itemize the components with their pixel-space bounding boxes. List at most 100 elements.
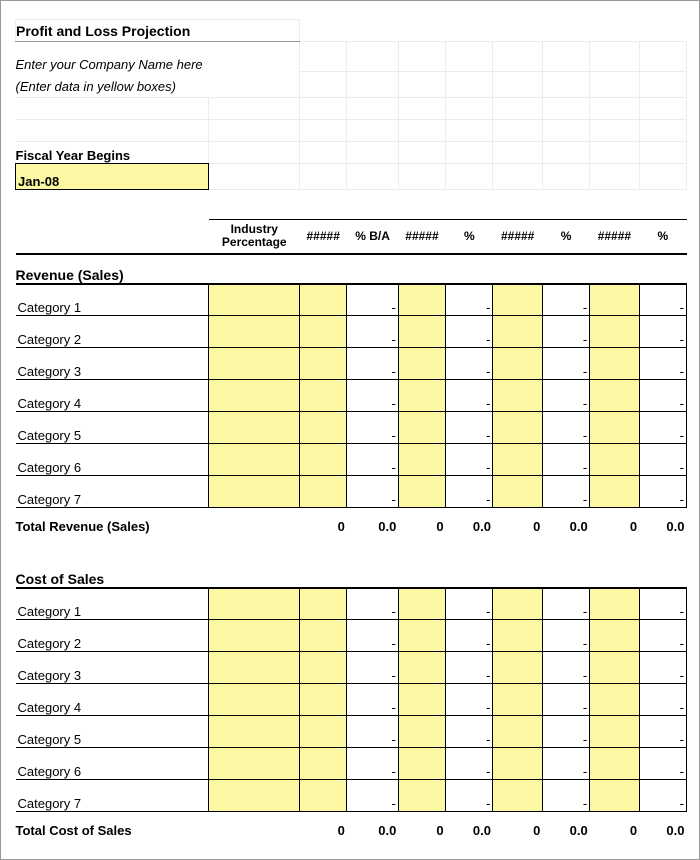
input-cell[interactable] (590, 748, 639, 780)
input-cell[interactable] (398, 684, 445, 716)
calc-cell: - (446, 476, 493, 508)
input-cell[interactable] (398, 620, 445, 652)
calc-cell: - (542, 284, 589, 316)
calc-cell: - (446, 444, 493, 476)
calc-cell: - (542, 348, 589, 380)
category-label: Category 4 (16, 380, 209, 412)
input-cell[interactable] (590, 412, 639, 444)
total-cell: 0 (493, 812, 542, 838)
input-cell[interactable] (590, 588, 639, 620)
spreadsheet: Profit and Loss Projection Enter your Co… (15, 19, 687, 838)
input-cell[interactable] (398, 348, 445, 380)
input-cell[interactable] (590, 620, 639, 652)
total-cell: 0.0 (446, 508, 493, 534)
input-cell[interactable] (300, 476, 347, 508)
input-cell[interactable] (398, 284, 445, 316)
input-cell[interactable] (493, 412, 542, 444)
input-cell[interactable] (493, 316, 542, 348)
input-cell[interactable] (590, 780, 639, 812)
input-cell[interactable] (493, 620, 542, 652)
input-cell[interactable] (493, 684, 542, 716)
input-cell[interactable] (590, 684, 639, 716)
input-cell[interactable] (209, 684, 300, 716)
total-cell (209, 508, 300, 534)
input-cell[interactable] (300, 652, 347, 684)
category-label: Category 3 (16, 652, 209, 684)
input-cell[interactable] (590, 348, 639, 380)
input-cell[interactable] (398, 412, 445, 444)
input-cell[interactable] (209, 380, 300, 412)
input-cell[interactable] (300, 284, 347, 316)
input-cell[interactable] (209, 716, 300, 748)
input-cell[interactable] (300, 588, 347, 620)
input-cell[interactable] (300, 780, 347, 812)
input-cell[interactable] (300, 716, 347, 748)
input-cell[interactable] (398, 716, 445, 748)
input-cell[interactable] (493, 652, 542, 684)
category-label: Category 6 (16, 748, 209, 780)
input-cell[interactable] (493, 780, 542, 812)
input-cell[interactable] (590, 444, 639, 476)
input-cell[interactable] (493, 476, 542, 508)
input-cell[interactable] (493, 444, 542, 476)
calc-cell: - (347, 380, 398, 412)
input-cell[interactable] (209, 780, 300, 812)
calc-cell: - (446, 684, 493, 716)
total-cell: 0 (590, 812, 639, 838)
calc-cell: - (347, 316, 398, 348)
input-cell[interactable] (590, 380, 639, 412)
input-cell[interactable] (300, 620, 347, 652)
input-cell[interactable] (300, 684, 347, 716)
input-cell[interactable] (209, 476, 300, 508)
input-cell[interactable] (590, 652, 639, 684)
input-cell[interactable] (398, 588, 445, 620)
calc-cell: - (639, 380, 686, 412)
input-cell[interactable] (590, 476, 639, 508)
input-cell[interactable] (209, 652, 300, 684)
input-cell[interactable] (590, 716, 639, 748)
input-cell[interactable] (398, 380, 445, 412)
input-cell[interactable] (209, 444, 300, 476)
input-cell[interactable] (209, 748, 300, 780)
instructions-text: (Enter data in yellow boxes) (16, 72, 300, 98)
input-cell[interactable] (209, 316, 300, 348)
input-cell[interactable] (493, 748, 542, 780)
calc-cell: - (347, 780, 398, 812)
input-cell[interactable] (209, 284, 300, 316)
input-cell[interactable] (398, 476, 445, 508)
input-cell[interactable] (493, 588, 542, 620)
category-label: Category 1 (16, 284, 209, 316)
total-cell: 0.0 (347, 508, 398, 534)
input-cell[interactable] (300, 348, 347, 380)
input-cell[interactable] (300, 748, 347, 780)
calc-cell: - (542, 476, 589, 508)
calc-cell: - (446, 716, 493, 748)
input-cell[interactable] (493, 380, 542, 412)
company-name-input[interactable]: Enter your Company Name here (16, 42, 300, 72)
input-cell[interactable] (398, 780, 445, 812)
input-cell[interactable] (493, 348, 542, 380)
input-cell[interactable] (300, 316, 347, 348)
input-cell[interactable] (493, 284, 542, 316)
col-header: ##### (398, 228, 445, 245)
input-cell[interactable] (398, 652, 445, 684)
input-cell[interactable] (209, 348, 300, 380)
input-cell[interactable] (398, 316, 445, 348)
input-cell[interactable] (209, 620, 300, 652)
input-cell[interactable] (590, 316, 639, 348)
input-cell[interactable] (398, 748, 445, 780)
input-cell[interactable] (300, 380, 347, 412)
input-cell[interactable] (300, 444, 347, 476)
calc-cell: - (542, 780, 589, 812)
input-cell[interactable] (590, 284, 639, 316)
col-header: % (542, 228, 589, 245)
calc-cell: - (347, 748, 398, 780)
calc-cell: - (446, 748, 493, 780)
fiscal-year-input[interactable]: Jan-08 (16, 164, 209, 190)
input-cell[interactable] (493, 716, 542, 748)
col-header: ##### (300, 228, 347, 245)
input-cell[interactable] (398, 444, 445, 476)
input-cell[interactable] (209, 588, 300, 620)
input-cell[interactable] (209, 412, 300, 444)
input-cell[interactable] (300, 412, 347, 444)
